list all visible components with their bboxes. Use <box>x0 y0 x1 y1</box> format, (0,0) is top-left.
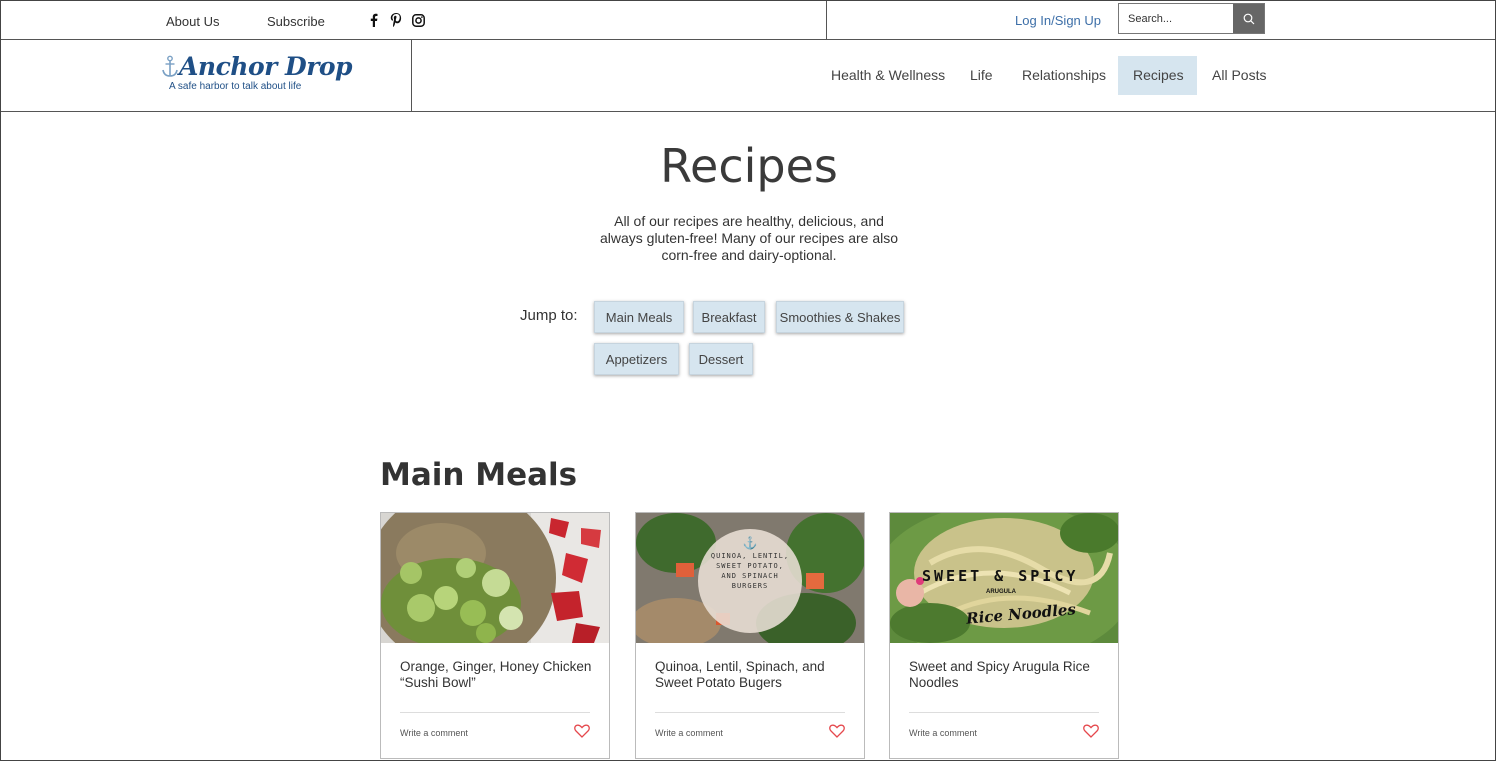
page-frame: About Us Subscribe Log In/Sign Up Anchor… <box>0 0 1496 761</box>
card-divider <box>655 712 845 713</box>
write-comment-link[interactable]: Write a comment <box>655 728 723 738</box>
page-intro: All of our recipes are healthy, deliciou… <box>599 213 899 263</box>
jump-main-meals-button[interactable]: Main Meals <box>594 301 684 333</box>
page-title: Recipes <box>660 139 838 193</box>
top-bar: About Us Subscribe Log In/Sign Up <box>1 1 1495 40</box>
site-logo[interactable]: Anchor Drop A safe harbor to talk about … <box>161 52 353 92</box>
about-us-link[interactable]: About Us <box>166 14 219 29</box>
nav-item-life[interactable]: Life <box>955 56 1008 95</box>
recipe-card[interactable]: Orange, Ginger, Honey Chicken “Sushi Bow… <box>380 512 610 759</box>
nav-item-recipes[interactable]: Recipes <box>1118 56 1197 95</box>
header-divider <box>411 40 412 112</box>
brand-tagline: A safe harbor to talk about life <box>169 81 302 92</box>
search-button[interactable] <box>1233 4 1264 33</box>
section-title-main-meals: Main Meals <box>380 457 578 493</box>
recipe-image-arugula-noodles[interactable]: SWEET & SPICY ARUGULA Rice Noodles <box>890 513 1118 643</box>
like-heart-icon[interactable] <box>574 724 590 738</box>
pinterest-icon[interactable] <box>389 12 403 28</box>
topbar-divider <box>826 1 827 40</box>
anchor-icon <box>162 55 178 77</box>
recipe-card[interactable]: ⚓ QUINOA, LENTIL, SWEET POTATO, AND SPIN… <box>635 512 865 759</box>
recipe-title[interactable]: Sweet and Spicy Arugula Rice Noodles <box>909 659 1104 691</box>
image-overlay-title: SWEET & SPICY <box>922 567 1079 585</box>
anchor-icon: ⚓ <box>742 536 758 550</box>
write-comment-link[interactable]: Write a comment <box>400 728 468 738</box>
recipe-card[interactable]: SWEET & SPICY ARUGULA Rice Noodles Sweet… <box>889 512 1119 759</box>
recipe-title[interactable]: Orange, Ginger, Honey Chicken “Sushi Bow… <box>400 659 595 691</box>
brand-name: Anchor Drop <box>179 52 353 81</box>
instagram-icon[interactable] <box>411 12 425 28</box>
login-signup-link[interactable]: Log In/Sign Up <box>1015 13 1101 28</box>
nav-item-health-wellness[interactable]: Health & Wellness <box>816 56 960 95</box>
facebook-icon[interactable] <box>367 12 381 28</box>
site-header: Anchor Drop A safe harbor to talk about … <box>1 40 1495 112</box>
search-box <box>1118 3 1265 34</box>
search-input[interactable] <box>1119 4 1233 33</box>
card-divider <box>400 712 590 713</box>
jump-smoothies-shakes-button[interactable]: Smoothies & Shakes <box>776 301 904 333</box>
jump-appetizers-button[interactable]: Appetizers <box>594 343 679 375</box>
nav-item-all-posts[interactable]: All Posts <box>1197 56 1281 95</box>
recipe-image-quinoa-burgers[interactable]: ⚓ QUINOA, LENTIL, SWEET POTATO, AND SPIN… <box>636 513 864 643</box>
write-comment-link[interactable]: Write a comment <box>909 728 977 738</box>
search-icon <box>1243 13 1254 24</box>
subscribe-link[interactable]: Subscribe <box>267 14 325 29</box>
card-divider <box>909 712 1099 713</box>
recipe-image-sushi-bowl[interactable] <box>381 513 609 643</box>
jump-dessert-button[interactable]: Dessert <box>689 343 753 375</box>
like-heart-icon[interactable] <box>829 724 845 738</box>
image-overlay-text: QUINOA, LENTIL, SWEET POTATO, AND SPINAC… <box>710 552 790 590</box>
recipe-title[interactable]: Quinoa, Lentil, Spinach, and Sweet Potat… <box>655 659 850 691</box>
jump-breakfast-button[interactable]: Breakfast <box>693 301 765 333</box>
image-overlay-subtitle: ARUGULA <box>986 589 1016 595</box>
like-heart-icon[interactable] <box>1083 724 1099 738</box>
jump-to-label: Jump to: <box>520 307 578 324</box>
nav-item-relationships[interactable]: Relationships <box>1007 56 1121 95</box>
